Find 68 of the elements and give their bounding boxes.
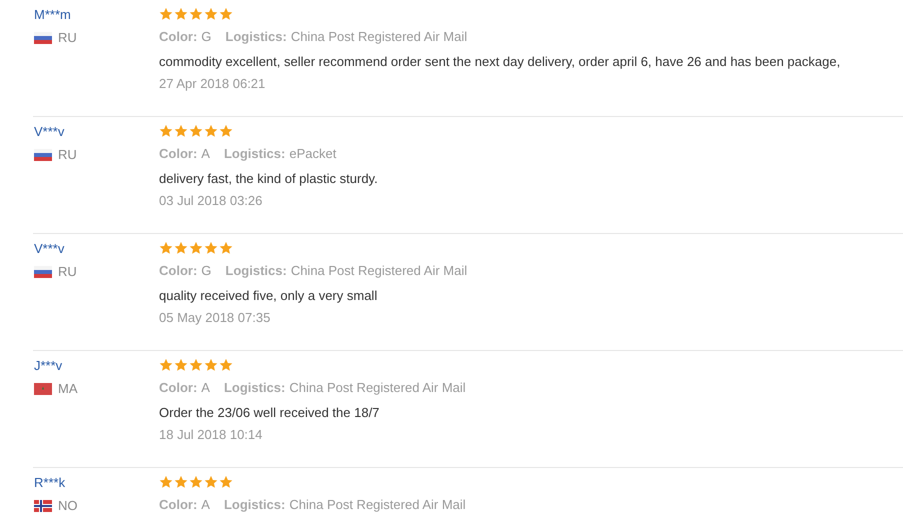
country-code: NO xyxy=(58,498,78,513)
user-name[interactable]: J***v xyxy=(34,358,159,373)
review-text: Order the 23/06 well received the 18/7 xyxy=(159,404,380,422)
flag-icon xyxy=(34,32,52,44)
review-text: delivery fast, the kind of plastic sturdy. xyxy=(159,170,379,188)
field-label: Logistics: xyxy=(225,262,287,280)
star-icon xyxy=(204,7,218,21)
star-icon xyxy=(174,124,188,138)
flag-icon xyxy=(34,266,52,278)
star-icon xyxy=(219,358,233,372)
star-icon xyxy=(159,358,173,372)
flag-icon xyxy=(34,148,52,160)
review-date: 27 Apr 2018 06:21 xyxy=(159,75,266,93)
star-icon xyxy=(204,241,218,255)
logistics-value: China Post Registered Air Mail xyxy=(289,379,466,397)
logistics-value: ePacket xyxy=(289,145,336,163)
field-label: Logistics: xyxy=(225,28,287,46)
star-icon xyxy=(204,124,218,138)
star-icon xyxy=(174,7,188,21)
star-icon xyxy=(159,475,173,489)
flag-icon xyxy=(34,500,52,512)
star-icon xyxy=(189,358,203,372)
star-icon xyxy=(174,358,188,372)
user-name[interactable]: R***k xyxy=(34,475,159,490)
country-code: RU xyxy=(58,264,77,279)
field-label: Logistics: xyxy=(224,145,286,163)
star-icon xyxy=(219,124,233,138)
logistics-value: China Post Registered Air Mail xyxy=(289,496,466,514)
star-icon xyxy=(189,475,203,489)
flag-icon xyxy=(34,382,52,394)
field-label: Color: xyxy=(159,28,198,46)
color-value: G xyxy=(201,28,212,46)
star-icon xyxy=(159,124,173,138)
star-icon xyxy=(189,124,203,138)
review-date: 18 Jul 2018 10:14 xyxy=(159,426,264,444)
color-value: G xyxy=(201,262,212,280)
star-icon xyxy=(159,7,173,21)
review-text: quality received five, only a very small xyxy=(159,287,378,305)
star-icon xyxy=(159,241,173,255)
star-icon xyxy=(189,241,203,255)
star-icon xyxy=(174,241,188,255)
star-icon xyxy=(219,241,233,255)
color-value: A xyxy=(201,496,210,514)
field-label: Color: xyxy=(159,262,198,280)
color-value: A xyxy=(201,379,210,397)
field-label: Color: xyxy=(159,379,198,397)
review-text: commodity excellent, seller recommend order sent the next day delivery, order april 6, have 26 and has been package, xyxy=(159,53,842,71)
star-icon xyxy=(189,7,203,21)
review-date: 03 Jul 2018 03:26 xyxy=(159,192,264,210)
star-icon xyxy=(219,7,233,21)
color-value: A xyxy=(201,145,210,163)
logistics-value: China Post Registered Air Mail xyxy=(290,28,468,46)
star-icon xyxy=(174,475,188,489)
user-name[interactable]: V***v xyxy=(34,241,159,256)
star-icon xyxy=(219,475,233,489)
review-date: 05 May 2018 07:35 xyxy=(159,309,272,327)
field-label: Logistics: xyxy=(224,496,286,514)
country-code: MA xyxy=(58,381,78,396)
user-name[interactable]: V***v xyxy=(34,124,159,139)
country-code: RU xyxy=(58,147,77,162)
logistics-value: China Post Registered Air Mail xyxy=(290,262,468,280)
user-name[interactable]: M***m xyxy=(34,7,159,22)
star-icon xyxy=(204,358,218,372)
field-label: Color: xyxy=(159,496,198,514)
field-label: Logistics: xyxy=(224,379,286,397)
star-icon xyxy=(204,475,218,489)
field-label: Color: xyxy=(159,145,198,163)
country-code: RU xyxy=(58,30,77,45)
